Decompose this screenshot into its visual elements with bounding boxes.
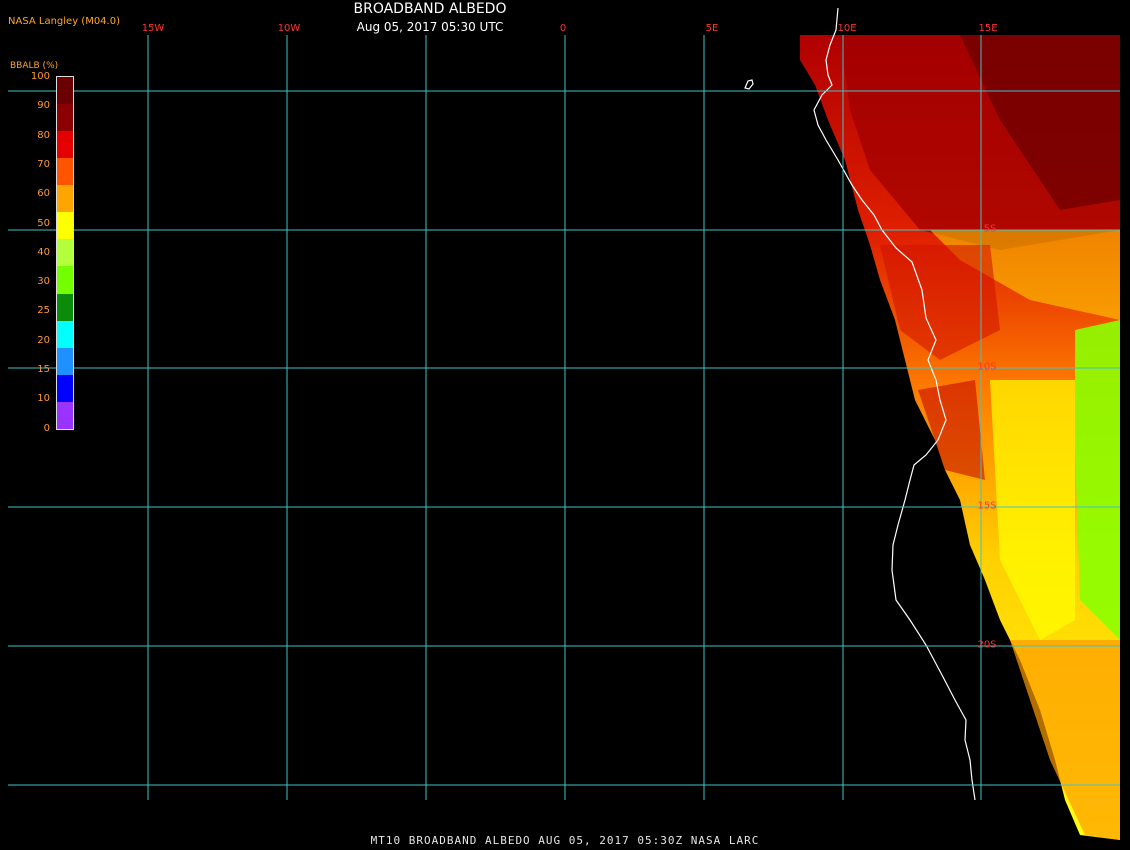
legend-value: 0: [43, 422, 50, 434]
lon-label-15w: 15W: [141, 23, 165, 34]
lon-label-10e: 10E: [837, 23, 857, 34]
albedo-swath: [800, 35, 1120, 840]
legend-swatch: [57, 320, 73, 348]
map-canvas: [8, 7, 1120, 840]
legend-value: 15: [37, 364, 50, 375]
legend-swatch: [57, 266, 73, 294]
legend-value: 90: [37, 100, 50, 112]
producer-label: NASA Langley (M04.0): [8, 16, 120, 27]
legend-value: 20: [37, 334, 50, 346]
legend-value: 50: [37, 217, 50, 229]
lat-label-20s: 20S: [977, 639, 997, 651]
map-title: BROADBAND ALBEDO: [353, 1, 507, 17]
footer-caption: MT10 BROADBAND ALBEDO AUG 05, 2017 05:30…: [370, 834, 760, 847]
legend-value: 25: [37, 305, 50, 317]
legend-swatch: [57, 374, 73, 402]
albedo-map: BROADBAND ALBEDO Aug 05, 2017 05:30 UTC …: [0, 0, 1130, 850]
legend-swatch: [57, 293, 73, 321]
lon-label-0: 0: [559, 23, 567, 34]
legend-value: 70: [37, 158, 50, 170]
legend-color-bar: [56, 76, 74, 430]
legend-swatch: [57, 212, 73, 240]
legend-swatch: [57, 158, 73, 186]
lat-label-15s: 15S: [977, 500, 997, 512]
map-timestamp: Aug 05, 2017 05:30 UTC: [356, 20, 504, 34]
lon-label-5e: 5E: [705, 23, 719, 34]
legend-swatch: [57, 77, 73, 105]
legend-value: 60: [37, 188, 50, 200]
lon-label-15e: 15E: [978, 23, 998, 34]
legend-value: 80: [37, 129, 50, 141]
legend-swatch: [57, 185, 73, 213]
lat-label-10s: 10S: [977, 361, 997, 373]
legend-value: 40: [37, 246, 50, 258]
legend-swatch: [57, 401, 73, 429]
lon-label-10w: 10W: [277, 23, 301, 34]
island-outline: [744, 79, 754, 90]
legend-title: BBALB (%): [10, 61, 59, 71]
legend-swatch: [57, 347, 73, 375]
lat-label-5s: 5S: [983, 223, 997, 235]
legend-swatch: [57, 104, 73, 132]
legend-value: 30: [37, 276, 50, 288]
legend-value: 100: [30, 71, 50, 82]
legend-swatch: [57, 131, 73, 159]
legend-value: 10: [37, 393, 50, 405]
legend-swatch: [57, 239, 73, 267]
